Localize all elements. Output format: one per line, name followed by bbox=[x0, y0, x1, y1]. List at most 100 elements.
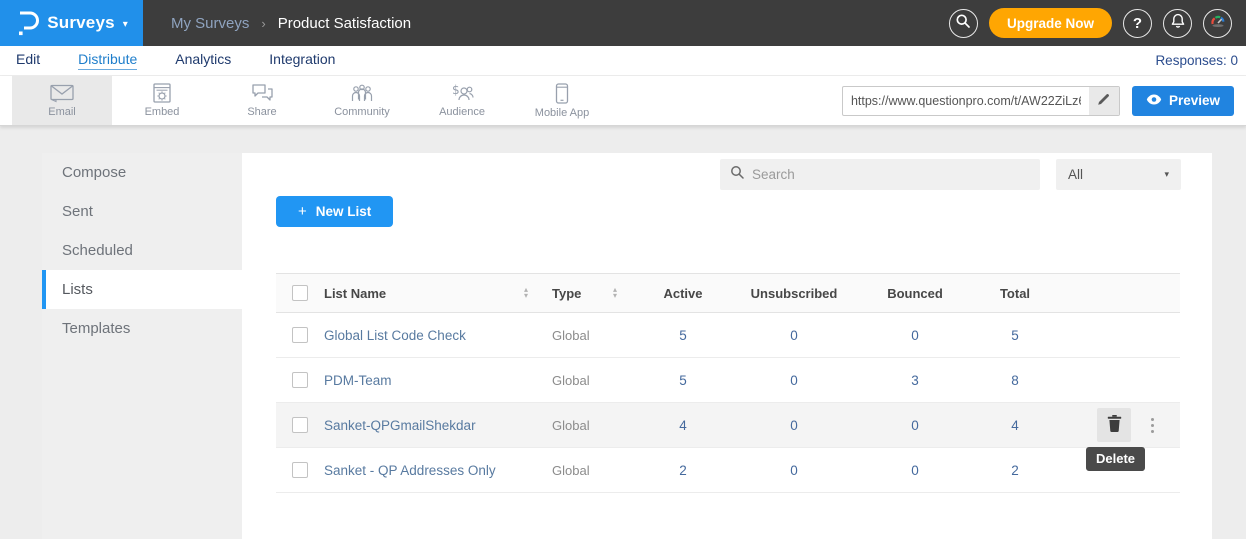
new-list-button[interactable]: + New List bbox=[276, 196, 393, 227]
tab-edit[interactable]: Edit bbox=[16, 51, 40, 70]
row-actions bbox=[1060, 313, 1180, 357]
column-type: Type ▴▾ bbox=[542, 286, 638, 301]
delete-list-button[interactable] bbox=[1097, 408, 1131, 442]
row-checkbox[interactable] bbox=[292, 327, 308, 343]
channel-community[interactable]: Community bbox=[312, 76, 412, 125]
column-unsubscribed: Unsubscribed bbox=[728, 286, 860, 301]
share-icon bbox=[251, 83, 274, 103]
lists-main: All ▾ + New List List Name ▴▾ bbox=[242, 153, 1212, 539]
filter-value: All bbox=[1068, 167, 1083, 182]
tab-distribute[interactable]: Distribute bbox=[78, 51, 137, 70]
sidebar-item-templates[interactable]: Templates bbox=[42, 309, 242, 348]
trash-icon bbox=[1107, 415, 1122, 435]
sidebar-item-sent[interactable]: Sent bbox=[42, 192, 242, 231]
total-count[interactable]: 5 bbox=[970, 328, 1060, 343]
row-checkbox[interactable] bbox=[292, 462, 308, 478]
list-type: Global bbox=[542, 328, 638, 343]
list-type: Global bbox=[542, 463, 638, 478]
list-type: Global bbox=[542, 373, 638, 388]
product-name: Surveys bbox=[47, 13, 115, 33]
mobile-app-icon bbox=[555, 83, 569, 104]
bounced-count[interactable]: 0 bbox=[860, 418, 970, 433]
table-header-row: List Name ▴▾ Type ▴▾ Active Unsubscribed… bbox=[276, 273, 1180, 313]
channel-label: Audience bbox=[439, 106, 485, 118]
responses-count: Responses: 0 bbox=[1155, 53, 1246, 68]
email-lists-card: Compose Sent Scheduled Lists Templates bbox=[42, 153, 1212, 539]
list-type: Global bbox=[542, 418, 638, 433]
row-actions: Delete bbox=[1060, 403, 1180, 447]
edit-url-button[interactable] bbox=[1089, 87, 1119, 115]
breadcrumb-current: Product Satisfaction bbox=[278, 15, 411, 32]
account-gauge-button[interactable] bbox=[1203, 9, 1232, 38]
search-icon bbox=[955, 13, 971, 34]
sort-icon[interactable]: ▴▾ bbox=[613, 287, 617, 299]
preview-button[interactable]: Preview bbox=[1132, 86, 1234, 116]
channel-share[interactable]: Share bbox=[212, 76, 312, 125]
upgrade-button[interactable]: Upgrade Now bbox=[989, 8, 1112, 38]
unsubscribed-count[interactable]: 0 bbox=[728, 463, 860, 478]
list-name-link[interactable]: Global List Code Check bbox=[324, 328, 542, 343]
channel-email[interactable]: Email bbox=[12, 76, 112, 125]
sort-icon[interactable]: ▴▾ bbox=[524, 287, 528, 299]
list-name-link[interactable]: PDM-Team bbox=[324, 373, 542, 388]
row-checkbox[interactable] bbox=[292, 417, 308, 433]
chevron-down-icon: ▾ bbox=[1164, 169, 1169, 180]
header-actions: Upgrade Now ? bbox=[949, 8, 1246, 38]
community-icon bbox=[350, 83, 374, 103]
channel-mobile-app[interactable]: Mobile App bbox=[512, 76, 612, 125]
sidebar-item-scheduled[interactable]: Scheduled bbox=[42, 231, 242, 270]
active-count[interactable]: 2 bbox=[638, 463, 728, 478]
filter-dropdown[interactable]: All ▾ bbox=[1056, 159, 1181, 190]
total-count[interactable]: 8 bbox=[970, 373, 1060, 388]
list-name-link[interactable]: Sanket - QP Addresses Only bbox=[324, 463, 542, 478]
breadcrumb: My Surveys › Product Satisfaction bbox=[171, 15, 411, 32]
tab-integration[interactable]: Integration bbox=[269, 51, 335, 70]
active-count[interactable]: 4 bbox=[638, 418, 728, 433]
column-list-name: List Name ▴▾ bbox=[324, 286, 542, 301]
delete-tooltip: Delete bbox=[1086, 447, 1145, 471]
sidebar-item-compose[interactable]: Compose bbox=[42, 153, 242, 192]
list-name-link[interactable]: Sanket-QPGmailShekdar bbox=[324, 418, 542, 433]
channel-embed[interactable]: Embed bbox=[112, 76, 212, 125]
bounced-count[interactable]: 3 bbox=[860, 373, 970, 388]
row-actions bbox=[1060, 358, 1180, 402]
bounced-count[interactable]: 0 bbox=[860, 328, 970, 343]
unsubscribed-count[interactable]: 0 bbox=[728, 418, 860, 433]
eye-icon bbox=[1146, 93, 1162, 108]
select-all-checkbox[interactable] bbox=[292, 285, 308, 301]
unsubscribed-count[interactable]: 0 bbox=[728, 328, 860, 343]
channel-label: Mobile App bbox=[535, 107, 589, 119]
search-button[interactable] bbox=[949, 9, 978, 38]
more-actions-button[interactable] bbox=[1147, 414, 1158, 437]
active-count[interactable]: 5 bbox=[638, 373, 728, 388]
list-search bbox=[720, 159, 1040, 190]
bell-icon bbox=[1170, 13, 1186, 34]
survey-url-field bbox=[842, 86, 1120, 116]
email-icon bbox=[50, 84, 74, 103]
help-button[interactable]: ? bbox=[1123, 9, 1152, 38]
sidebar-item-lists[interactable]: Lists bbox=[42, 270, 242, 309]
list-search-input[interactable] bbox=[752, 167, 1030, 182]
chevron-down-icon: ▾ bbox=[123, 19, 128, 30]
total-count[interactable]: 4 bbox=[970, 418, 1060, 433]
channel-label: Share bbox=[247, 106, 276, 118]
survey-url-input[interactable] bbox=[843, 87, 1089, 115]
top-header: Surveys ▾ My Surveys › Product Satisfact… bbox=[0, 0, 1246, 46]
content-area: Compose Sent Scheduled Lists Templates bbox=[0, 126, 1246, 539]
app-root: Surveys ▾ My Surveys › Product Satisfact… bbox=[0, 0, 1246, 539]
row-checkbox[interactable] bbox=[292, 372, 308, 388]
notifications-button[interactable] bbox=[1163, 9, 1192, 38]
tab-analytics[interactable]: Analytics bbox=[175, 51, 231, 70]
channel-label: Email bbox=[48, 106, 76, 118]
channel-audience[interactable]: $ Audience bbox=[412, 76, 512, 125]
bounced-count[interactable]: 0 bbox=[860, 463, 970, 478]
total-count[interactable]: 2 bbox=[970, 463, 1060, 478]
active-count[interactable]: 5 bbox=[638, 328, 728, 343]
channel-tabs: Email Embed bbox=[0, 76, 612, 125]
breadcrumb-my-surveys[interactable]: My Surveys bbox=[171, 15, 249, 32]
channel-label: Community bbox=[334, 106, 390, 118]
breadcrumb-separator: › bbox=[261, 16, 265, 31]
unsubscribed-count[interactable]: 0 bbox=[728, 373, 860, 388]
questionpro-logo-icon bbox=[15, 9, 39, 37]
product-switcher[interactable]: Surveys ▾ bbox=[0, 0, 143, 46]
